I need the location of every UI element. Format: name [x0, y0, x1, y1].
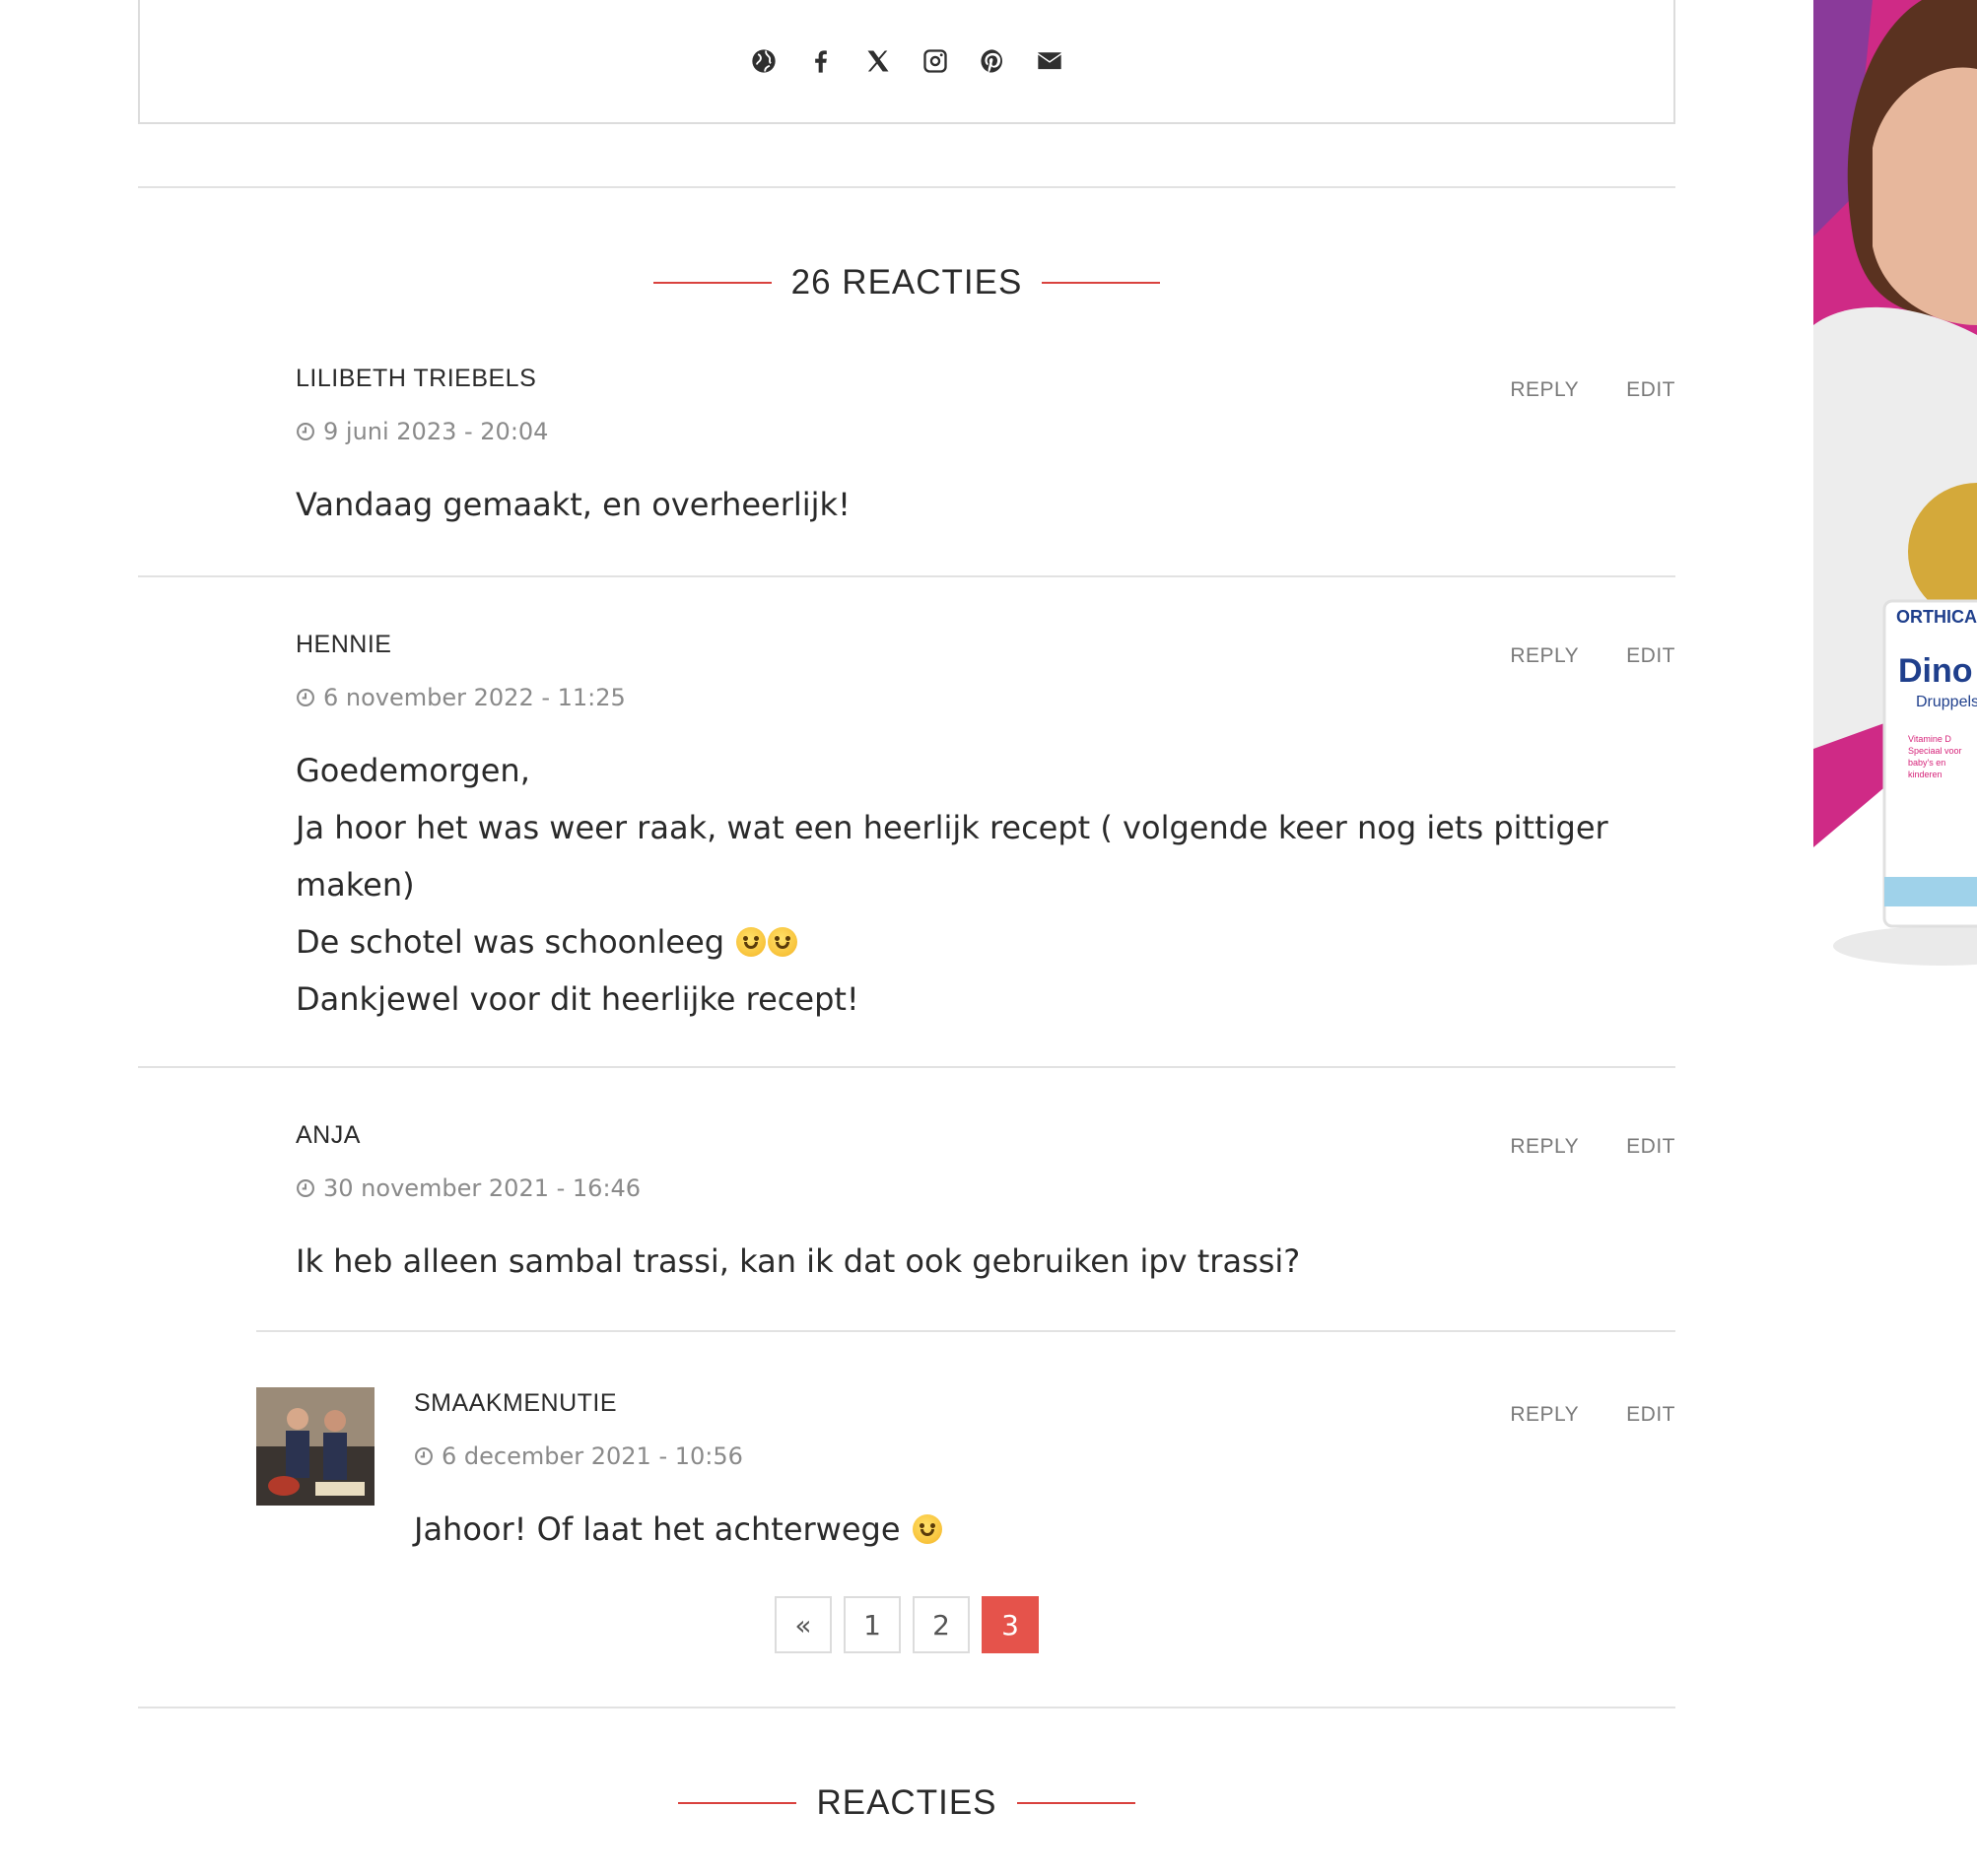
edit-button[interactable]: EDIT: [1626, 644, 1675, 668]
comment-line: Dankjewel voor dit heerlijke recept!: [296, 980, 859, 1018]
comment-body: Ik heb alleen sambal trassi, kan ik dat …: [296, 1233, 1300, 1290]
ad-subtitle: Druppels: [1916, 694, 1977, 710]
pinterest-icon[interactable]: [977, 45, 1008, 77]
comment-line: Goedemorgen,: [296, 752, 530, 789]
comment-actions: REPLY EDIT: [1510, 1403, 1675, 1427]
heading-line-right: [1016, 1802, 1135, 1804]
comment-author: LILIBETH TRIEBELS: [296, 365, 537, 392]
sidebar-ad[interactable]: ORTHICA Dino D Druppels Vitamine D Speci…: [1813, 0, 1977, 1005]
comment: ANJA REPLY EDIT 30 november 2021 - 16:46…: [138, 1111, 1675, 1328]
comment-line: Ik heb alleen sambal trassi, kan ik dat …: [296, 1242, 1301, 1280]
comment: LILIBETH TRIEBELS REPLY EDIT 9 juni 2023…: [138, 355, 1675, 576]
heading-line-left: [652, 282, 772, 284]
globe-icon[interactable]: [748, 45, 780, 77]
share-icons: [140, 41, 1673, 81]
comment-line: Ja hoor het was weer raak, wat een heerl…: [296, 809, 1608, 846]
yum-emoji-icon: [736, 927, 767, 957]
reply-button[interactable]: REPLY: [1510, 1135, 1579, 1159]
page-1[interactable]: 1: [844, 1596, 901, 1653]
comment-author: ANJA: [296, 1121, 361, 1149]
comment-body: Goedemorgen, Ja hoor het was weer raak, …: [296, 742, 1608, 1028]
page-2[interactable]: 2: [913, 1596, 970, 1653]
comment-body: Jahoor! Of laat het achterwege: [414, 1501, 942, 1558]
form-heading: REACTIES: [138, 1778, 1675, 1828]
instagram-icon[interactable]: [920, 45, 951, 77]
heading-line-right: [1042, 282, 1161, 284]
comment-date: 30 november 2021 - 16:46: [296, 1174, 641, 1202]
envelope-icon[interactable]: [1034, 45, 1065, 77]
comment-date-text: 30 november 2021 - 16:46: [323, 1174, 642, 1202]
page-3-current[interactable]: 3: [982, 1596, 1039, 1653]
comment: HENNIE REPLY EDIT 6 november 2022 - 11:2…: [138, 621, 1675, 1064]
reply-divider: [256, 1330, 1675, 1332]
smile-emoji-icon: [912, 1514, 942, 1544]
comment-line: maken): [296, 866, 415, 904]
clock-icon: [297, 423, 314, 440]
author-share-box: [138, 0, 1675, 124]
divider: [138, 1707, 1675, 1708]
reply-button[interactable]: REPLY: [1510, 378, 1579, 402]
form-title: REACTIES: [816, 1783, 997, 1822]
comment-line-text: De schotel was schoonleeg: [296, 923, 725, 961]
ad-brand: ORTHICA: [1896, 607, 1977, 627]
facebook-icon[interactable]: [805, 45, 837, 77]
comments-title: 26 REACTIES: [790, 263, 1023, 302]
clock-icon: [415, 1447, 433, 1465]
comment-date-text: 6 november 2022 - 11:25: [323, 684, 626, 711]
reply-button[interactable]: REPLY: [1510, 1403, 1579, 1427]
edit-button[interactable]: EDIT: [1626, 378, 1675, 402]
comment-date-text: 6 december 2021 - 10:56: [442, 1442, 743, 1470]
comment-divider: [138, 1066, 1675, 1068]
x-icon[interactable]: [862, 45, 894, 77]
comments-heading: 26 REACTIES: [138, 258, 1675, 307]
comment-actions: REPLY EDIT: [1510, 378, 1675, 402]
comment-line: De schotel was schoonleeg: [296, 913, 1608, 971]
pagination-prev[interactable]: «: [775, 1596, 832, 1653]
edit-button[interactable]: EDIT: [1626, 1135, 1675, 1159]
comment-actions: REPLY EDIT: [1510, 644, 1675, 668]
comment-author: HENNIE: [296, 631, 392, 658]
clock-icon: [297, 1179, 314, 1197]
comment-line-text: Jahoor! Of laat het achterwege: [414, 1510, 901, 1548]
ad-product: Dino D: [1898, 652, 1977, 690]
comment-divider: [138, 575, 1675, 577]
divider: [138, 186, 1675, 188]
reply-button[interactable]: REPLY: [1510, 644, 1579, 668]
comment-author: SMAAKMENUTIE: [414, 1389, 618, 1417]
clock-icon: [297, 689, 314, 706]
yum-emoji-icon: [768, 927, 798, 957]
pagination: « 1 2 3: [0, 1596, 1813, 1653]
edit-button[interactable]: EDIT: [1626, 1403, 1675, 1427]
comment-reply: SMAAKMENUTIE REPLY EDIT 6 december 2021 …: [138, 1368, 1675, 1574]
comment-date: 6 november 2022 - 11:25: [296, 684, 626, 711]
comment-actions: REPLY EDIT: [1510, 1135, 1675, 1159]
comment-body: Vandaag gemaakt, en overheerlijk!: [296, 476, 851, 533]
comment-line: Jahoor! Of laat het achterwege: [414, 1501, 942, 1558]
heading-line-left: [678, 1802, 797, 1804]
comment-date: 6 december 2021 - 10:56: [414, 1442, 743, 1470]
ad-tag: Vitamine D Speciaal voor baby's en kinde…: [1908, 734, 1962, 779]
comment-line: Vandaag gemaakt, en overheerlijk!: [296, 486, 851, 523]
comment-date-text: 9 juni 2023 - 20:04: [323, 418, 549, 445]
comment-date: 9 juni 2023 - 20:04: [296, 418, 548, 445]
